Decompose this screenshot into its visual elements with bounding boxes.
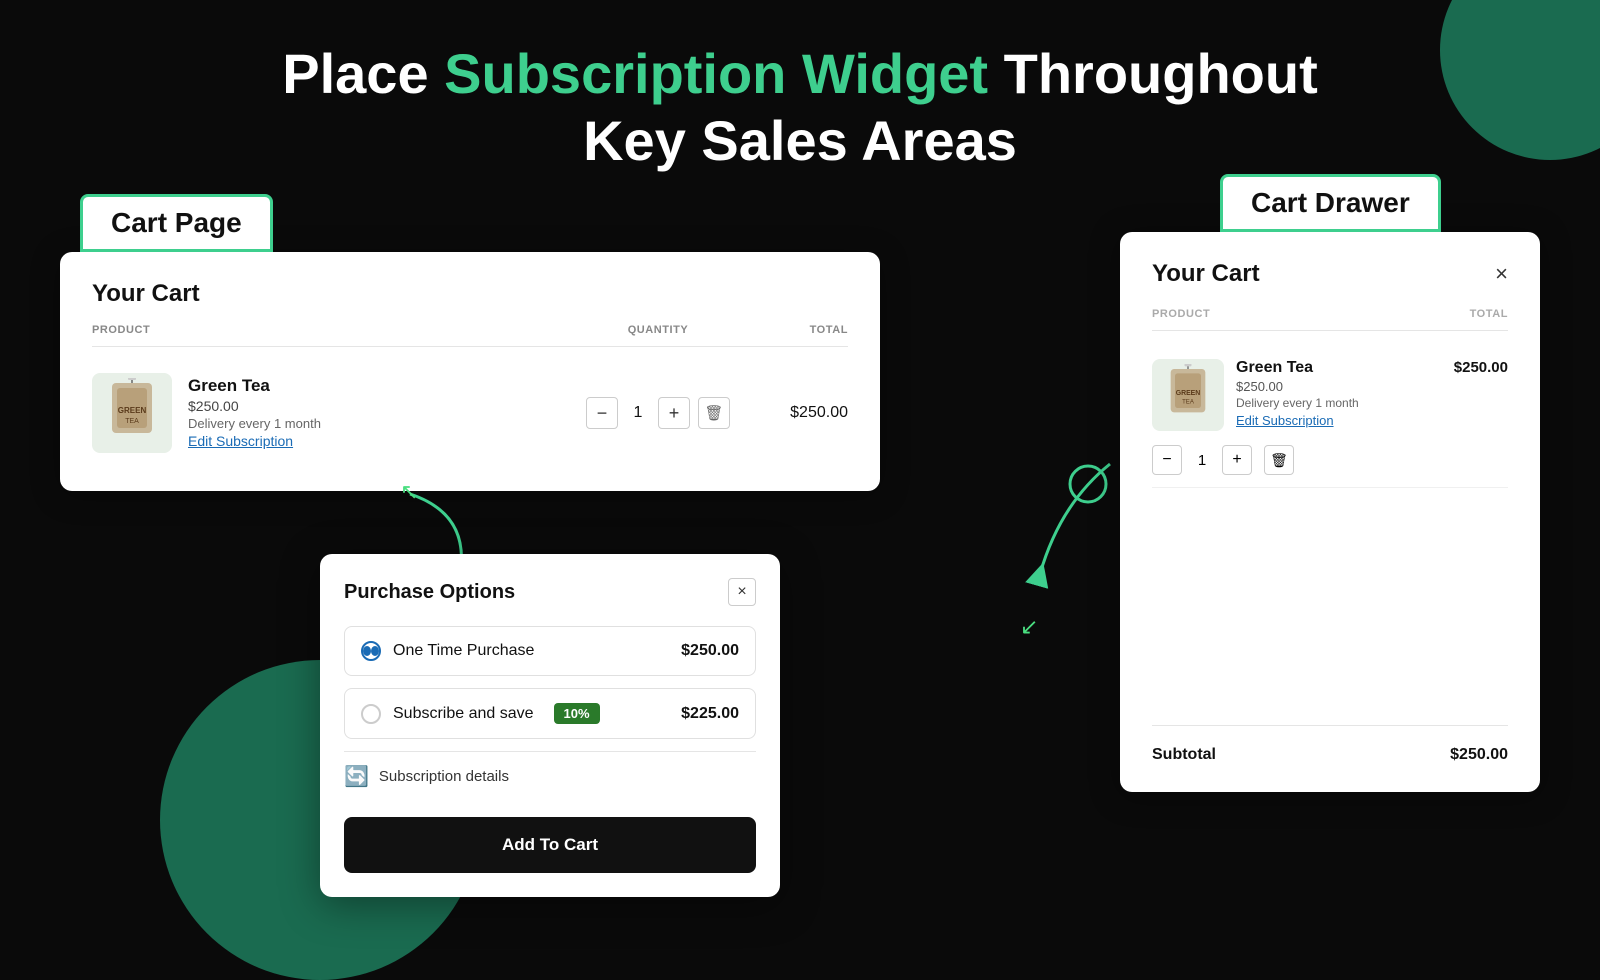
drawer-col-total: TOTAL bbox=[1470, 308, 1508, 320]
option-subscribe[interactable]: Subscribe and save 10% $225.00 bbox=[344, 688, 756, 739]
subtotal-label: Subtotal bbox=[1152, 746, 1216, 764]
col-qty-header: QUANTITY bbox=[568, 324, 748, 336]
option-one-time-left: One Time Purchase bbox=[361, 641, 534, 661]
trash-btn[interactable]: 🗑 bbox=[698, 397, 730, 429]
drawer-edit-subscription-link[interactable]: Edit Subscription bbox=[1236, 413, 1334, 428]
drawer-header: Your Cart × bbox=[1152, 260, 1508, 288]
qty-minus-btn[interactable]: − bbox=[586, 397, 618, 429]
save-badge: 10% bbox=[554, 703, 600, 724]
option-one-time-price: $250.00 bbox=[681, 642, 739, 660]
drawer-qty-plus-btn[interactable]: + bbox=[1222, 445, 1252, 475]
tea-bag-svg: GREEN TEA bbox=[102, 378, 162, 448]
modal-title: Purchase Options bbox=[344, 581, 515, 604]
qty-plus-btn[interactable]: + bbox=[658, 397, 690, 429]
col-total-header: TOTAL bbox=[748, 324, 848, 336]
radio-one-time bbox=[361, 641, 381, 661]
qty-value: 1 bbox=[626, 404, 650, 422]
drawer-item-image: GREEN TEA bbox=[1152, 359, 1224, 431]
radio-subscribe bbox=[361, 704, 381, 724]
cart-item-row: GREEN TEA Green Tea $250.00 Delivery eve… bbox=[92, 363, 848, 463]
svg-text:GREEN: GREEN bbox=[118, 406, 147, 415]
cart-table-header: PRODUCT QUANTITY TOTAL bbox=[92, 324, 848, 347]
drawer-delivery-text: Delivery every 1 month bbox=[1236, 396, 1508, 410]
svg-text:TEA: TEA bbox=[125, 418, 139, 425]
drawer-item-name: Green Tea bbox=[1236, 359, 1313, 377]
subscription-details-row: 🔄 Subscription details bbox=[344, 751, 756, 801]
content-area: Cart Page Your Cart PRODUCT QUANTITY TOT… bbox=[0, 194, 1600, 792]
drawer-item-total: $250.00 bbox=[1454, 359, 1508, 377]
drawer-qty-value: 1 bbox=[1190, 452, 1214, 469]
option-one-time-label: One Time Purchase bbox=[393, 642, 534, 660]
delivery-text: Delivery every 1 month bbox=[188, 416, 568, 431]
title-line2: Key Sales Areas bbox=[583, 109, 1017, 172]
cart-item-image: GREEN TEA bbox=[92, 373, 172, 453]
option-subscribe-label: Subscribe and save bbox=[393, 705, 534, 723]
cart-item-details: Green Tea $250.00 Delivery every 1 month… bbox=[188, 376, 568, 451]
subscription-details-text: Subscription details bbox=[379, 768, 509, 785]
drawer-item-details: Green Tea $250.00 $250.00 Delivery every… bbox=[1236, 359, 1508, 430]
option-one-time[interactable]: One Time Purchase $250.00 bbox=[344, 626, 756, 676]
cart-drawer-label-tag: Cart Drawer bbox=[1220, 174, 1441, 232]
edit-subscription-link[interactable]: Edit Subscription bbox=[188, 433, 293, 449]
right-section: Cart Drawer Your Cart × PRODUCT TOTAL bbox=[1120, 174, 1540, 792]
drawer-tea-svg: GREEN TEA bbox=[1162, 364, 1214, 426]
drawer-subtotal: Subtotal $250.00 bbox=[1152, 725, 1508, 764]
cart-page-title: Your Cart bbox=[92, 280, 848, 308]
drawer-item-name-row: Green Tea $250.00 bbox=[1236, 359, 1508, 377]
purchase-options-modal: Purchase Options × One Time Purchase $25… bbox=[320, 554, 780, 897]
subtotal-value: $250.00 bbox=[1450, 746, 1508, 764]
modal-close-btn[interactable]: × bbox=[728, 578, 756, 606]
item-total: $250.00 bbox=[748, 404, 848, 422]
title-highlight: Subscription Widget bbox=[444, 42, 988, 105]
option-subscribe-left: Subscribe and save 10% bbox=[361, 703, 600, 724]
cart-drawer-card: Your Cart × PRODUCT TOTAL GREEN TEA bbox=[1120, 232, 1540, 792]
arrow-svg-right bbox=[1000, 454, 1130, 594]
drawer-trash-btn[interactable]: 🗑 bbox=[1264, 445, 1294, 475]
drawer-item-price: $250.00 bbox=[1236, 379, 1508, 394]
drawer-title: Your Cart bbox=[1152, 260, 1260, 288]
cart-page-label-tag: Cart Page bbox=[80, 194, 273, 252]
item-name: Green Tea bbox=[188, 376, 568, 396]
drawer-table-header: PRODUCT TOTAL bbox=[1152, 308, 1508, 331]
drawer-col-product: PRODUCT bbox=[1152, 308, 1210, 320]
qty-control: − 1 + 🗑 bbox=[568, 397, 748, 429]
drawer-qty-control: − 1 + 🗑 bbox=[1152, 445, 1508, 475]
drawer-close-btn[interactable]: × bbox=[1495, 261, 1508, 287]
item-price: $250.00 bbox=[188, 398, 568, 414]
cart-page-card: Your Cart PRODUCT QUANTITY TOTAL GREEN T… bbox=[60, 252, 880, 491]
cursor-icon-right: ↙ bbox=[1020, 614, 1038, 640]
title-suffix: Throughout bbox=[988, 42, 1318, 105]
subscription-icon: 🔄 bbox=[344, 764, 369, 789]
option-subscribe-price: $225.00 bbox=[681, 705, 739, 723]
drawer-item: GREEN TEA Green Tea $250.00 $250.00 Deli… bbox=[1152, 347, 1508, 488]
add-to-cart-btn[interactable]: Add To Cart bbox=[344, 817, 756, 873]
drawer-item-top: GREEN TEA Green Tea $250.00 $250.00 Deli… bbox=[1152, 359, 1508, 431]
cursor-icon-left: ↖ bbox=[400, 479, 418, 505]
title-prefix: Place bbox=[282, 42, 444, 105]
left-section: Cart Page Your Cart PRODUCT QUANTITY TOT… bbox=[60, 194, 1120, 792]
svg-text:TEA: TEA bbox=[1182, 400, 1195, 406]
drawer-qty-minus-btn[interactable]: − bbox=[1152, 445, 1182, 475]
col-product-header: PRODUCT bbox=[92, 324, 568, 336]
main-title-area: Place Subscription Widget Throughout Key… bbox=[0, 0, 1600, 194]
svg-text:GREEN: GREEN bbox=[1176, 390, 1201, 397]
arrow-right-indicator: ↙ bbox=[1000, 454, 1130, 599]
modal-header: Purchase Options × bbox=[344, 578, 756, 606]
